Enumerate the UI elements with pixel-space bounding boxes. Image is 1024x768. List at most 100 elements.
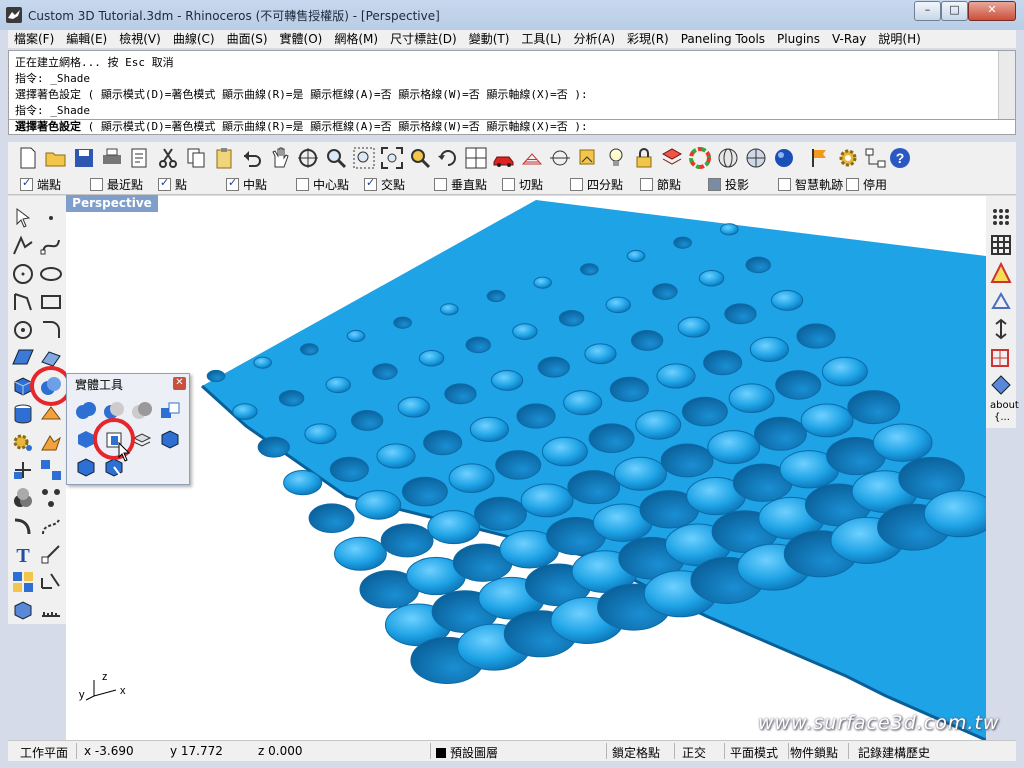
sphere-render-icon[interactable]	[772, 146, 796, 170]
perspective-viewport[interactable]	[66, 196, 986, 740]
menu-curve[interactable]: 曲線(C)	[167, 30, 221, 48]
ellipse-icon[interactable]	[39, 262, 63, 286]
palette-close-button[interactable]: ✕	[173, 377, 186, 390]
shell-icon[interactable]	[75, 456, 97, 478]
osnap-end[interactable]: 端點	[20, 176, 61, 192]
new-file-icon[interactable]	[16, 146, 40, 170]
osnap-smarttrack-checkbox[interactable]	[778, 178, 791, 191]
osnap-knot[interactable]: 節點	[640, 176, 681, 192]
cut-icon[interactable]	[156, 146, 180, 170]
gear-tools-icon[interactable]	[11, 430, 35, 454]
menu-analyze[interactable]: 分析(A)	[567, 30, 621, 48]
text-icon[interactable]: T	[11, 542, 35, 567]
hierarchy-icon[interactable]	[864, 146, 888, 170]
zoom-window-icon[interactable]	[352, 146, 376, 170]
zoom-icon[interactable]	[324, 146, 348, 170]
point-icon[interactable]	[39, 206, 63, 230]
zoom-extents-icon[interactable]	[380, 146, 404, 170]
flag-icon[interactable]	[808, 146, 832, 170]
dimension-vertical-icon[interactable]	[990, 318, 1012, 340]
osnap-near[interactable]: 最近點	[90, 176, 143, 192]
array-icon[interactable]	[39, 458, 63, 482]
osnap-tangent-checkbox[interactable]	[502, 178, 515, 191]
command-prompt[interactable]: 選擇著色設定 ( 顯示模式(D)=著色模式 顯示曲線(R)=是 顯示框線(A)=…	[8, 119, 1016, 135]
ruler-icon[interactable]	[39, 598, 63, 622]
color-wheel-icon[interactable]	[688, 146, 712, 170]
polygon-icon[interactable]	[11, 318, 35, 342]
menu-paneling-tools[interactable]: Paneling Tools	[675, 30, 771, 48]
status-cplane[interactable]: 工作平面	[20, 744, 68, 761]
status-history[interactable]: 記錄建構歷史	[858, 744, 930, 761]
status-planar[interactable]: 平面模式	[730, 744, 778, 761]
rectangle-icon[interactable]	[39, 290, 63, 314]
close-button[interactable]: ✕	[968, 1, 1016, 21]
cplane-icon[interactable]	[548, 146, 572, 170]
points-grid-icon[interactable]	[990, 206, 1012, 228]
boolean-intersection-icon[interactable]	[131, 400, 153, 422]
osnap-center[interactable]: 中心點	[296, 176, 349, 192]
minimize-button[interactable]: –	[914, 1, 941, 21]
bend-icon[interactable]	[11, 514, 35, 538]
analysis-icon[interactable]	[990, 290, 1012, 312]
osnap-perpendicular-checkbox[interactable]	[434, 178, 447, 191]
osnap-quadrant[interactable]: 四分點	[570, 176, 623, 192]
control-points-icon[interactable]	[39, 486, 63, 510]
menu-solid[interactable]: 實體(O)	[274, 30, 329, 48]
print-icon[interactable]	[100, 146, 124, 170]
undo-view-icon[interactable]	[436, 146, 460, 170]
open-folder-icon[interactable]	[44, 146, 68, 170]
osnap-quadrant-checkbox[interactable]	[570, 178, 583, 191]
select-arrow-icon[interactable]	[11, 206, 35, 230]
cube-view-icon[interactable]	[11, 598, 35, 622]
copy-icon[interactable]	[184, 146, 208, 170]
mesh-grid-icon[interactable]	[990, 234, 1012, 256]
surface-model[interactable]	[66, 196, 986, 740]
osnap-point-checkbox[interactable]	[158, 176, 171, 191]
set-view-icon[interactable]	[576, 146, 600, 170]
about-label[interactable]: about	[990, 400, 1019, 411]
four-viewports-icon[interactable]	[464, 146, 488, 170]
maximize-button[interactable]: □	[941, 1, 968, 21]
status-grid-snap[interactable]: 鎖定格點	[612, 744, 660, 761]
pan-hand-icon[interactable]	[268, 146, 292, 170]
lock-icon[interactable]	[632, 146, 656, 170]
history-scrollbar[interactable]	[998, 51, 1015, 119]
zoom-selected-icon[interactable]	[408, 146, 432, 170]
menu-mesh[interactable]: 網格(M)	[328, 30, 384, 48]
osnap-knot-checkbox[interactable]	[640, 178, 653, 191]
paste-icon[interactable]	[212, 146, 236, 170]
menu-view[interactable]: 檢視(V)	[113, 30, 167, 48]
menu-plugins[interactable]: Plugins	[771, 30, 826, 48]
save-icon[interactable]	[72, 146, 96, 170]
rotate-view-icon[interactable]	[296, 146, 320, 170]
menu-dimension[interactable]: 尺寸標註(D)	[384, 30, 463, 48]
menu-edit[interactable]: 編輯(E)	[60, 30, 113, 48]
osnap-mid[interactable]: 中點	[226, 176, 267, 192]
render-car-icon[interactable]	[492, 146, 516, 170]
status-layer[interactable]: 預設圖層	[436, 744, 498, 761]
transform-move-icon[interactable]	[11, 458, 35, 482]
menu-tools[interactable]: 工具(L)	[515, 30, 567, 48]
osnap-project-checkbox[interactable]	[708, 178, 721, 191]
osnap-disable-checkbox[interactable]	[846, 178, 859, 191]
scale-icon[interactable]	[39, 542, 63, 566]
dimension-icon[interactable]	[39, 570, 63, 594]
gear-icon[interactable]	[836, 146, 860, 170]
boolean-split-icon[interactable]	[159, 400, 181, 422]
menu-help[interactable]: 說明(H)	[872, 30, 926, 48]
polyline-icon[interactable]	[11, 234, 35, 258]
osnap-project[interactable]: 投影	[708, 176, 749, 192]
osnap-smarttrack[interactable]: 智慧軌跡	[778, 176, 843, 192]
osnap-mid-checkbox[interactable]	[226, 176, 239, 191]
cylinder-icon[interactable]	[11, 402, 35, 426]
osnap-intersection[interactable]: 交點	[364, 176, 405, 192]
menu-render[interactable]: 彩現(R)	[621, 30, 675, 48]
group-icon[interactable]	[11, 570, 35, 594]
fillet-curve-icon[interactable]	[39, 318, 63, 342]
surface-icon[interactable]	[11, 346, 35, 370]
circle-icon[interactable]	[11, 262, 35, 286]
osnap-tangent[interactable]: 切點	[502, 176, 543, 192]
osnap-point[interactable]: 點	[158, 176, 187, 192]
diamond-tool-icon[interactable]	[990, 374, 1012, 396]
triangle-mesh-icon[interactable]	[990, 262, 1012, 284]
